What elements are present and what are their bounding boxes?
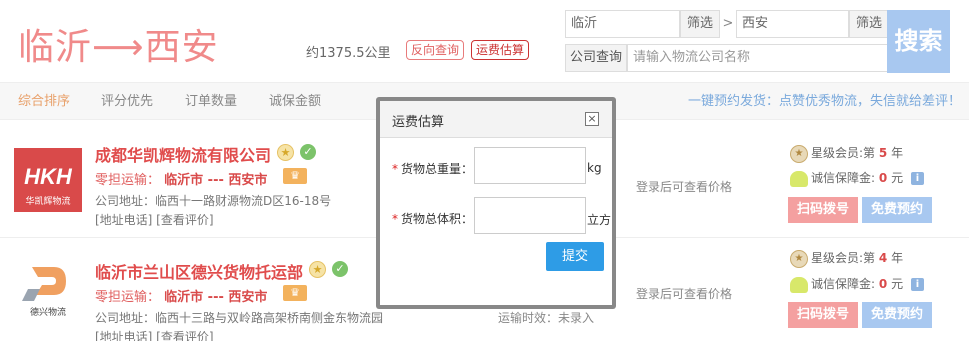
dialog-header: 运费估算 × bbox=[380, 101, 612, 138]
company-logo: 德兴物流 bbox=[14, 259, 82, 323]
search-box: 临沂 筛选 > 西安 筛选 公司查询 请输入物流公司名称 bbox=[565, 10, 889, 74]
svg-text:HKH: HKH bbox=[24, 164, 73, 189]
transit-time-note: 运输时效：未录入 bbox=[498, 311, 595, 325]
lotus-icon bbox=[790, 276, 808, 293]
tab-comprehensive[interactable]: 综合排序 bbox=[18, 83, 70, 121]
crown-icon: ♛ bbox=[283, 285, 307, 301]
transport-label: 零担运输： bbox=[95, 173, 161, 188]
search-button[interactable]: 搜索 bbox=[887, 10, 950, 73]
member-level: ★ 星级会员:第 5 年 bbox=[790, 144, 903, 163]
destination-filter-button[interactable]: 筛选 bbox=[849, 10, 889, 38]
price-note: 登录后可查看价格 bbox=[636, 180, 733, 194]
required-mark: * bbox=[392, 162, 398, 176]
free-booking-button[interactable]: 免费预约 bbox=[862, 197, 932, 223]
free-booking-button[interactable]: 免费预约 bbox=[862, 302, 932, 328]
tab-rating[interactable]: 评分优先 bbox=[101, 83, 153, 121]
route-header: 临沂⟶西安 约1375.5公里 反向查询 运费估算 临沂 筛选 > 西安 筛选 … bbox=[0, 0, 969, 80]
verified-icon: ✓ bbox=[332, 261, 348, 277]
weight-unit: kg bbox=[587, 161, 602, 175]
crown-icon: ♛ bbox=[283, 168, 307, 184]
scan-dial-button[interactable]: 扫码拨号 bbox=[788, 302, 858, 328]
tab-deposit[interactable]: 诚保金额 bbox=[269, 83, 321, 121]
route-title: 临沂⟶西安 bbox=[18, 27, 219, 68]
company-name-link[interactable]: 临沂市兰山区德兴货物托运部 bbox=[95, 259, 303, 283]
medal-icon: ★ bbox=[790, 144, 808, 163]
freight-search-page: 临沂⟶西安 约1375.5公里 反向查询 运费估算 临沂 筛选 > 西安 筛选 … bbox=[0, 0, 969, 341]
logo-text: 德兴物流 bbox=[30, 306, 66, 318]
transport-label: 零担运输： bbox=[95, 290, 161, 305]
volume-input[interactable] bbox=[474, 197, 586, 234]
submit-button[interactable]: 提交 bbox=[546, 242, 604, 271]
logo-text: 华凯辉物流 bbox=[25, 195, 70, 207]
company-links[interactable]: [地址电话] [查看评价] bbox=[95, 211, 214, 228]
freight-estimate-dialog: 运费估算 × * 货物总重量： kg * 货物总体积： 立方 提交 bbox=[376, 97, 616, 309]
company-search-input[interactable]: 请输入物流公司名称 bbox=[627, 44, 889, 72]
info-icon[interactable]: i bbox=[910, 278, 924, 291]
medal-icon: ★ bbox=[790, 249, 808, 268]
company-address: 公司地址：临西十三路与双岭路高架桥南侧金东物流园 bbox=[95, 311, 384, 325]
weight-input[interactable] bbox=[474, 147, 586, 184]
weight-label: * 货物总重量： bbox=[392, 162, 474, 176]
transport-route: 零担运输： 临沂市 --- 西安市 bbox=[95, 169, 267, 188]
member-level: ★ 星级会员:第 4 年 bbox=[790, 249, 903, 268]
tab-orders[interactable]: 订单数量 bbox=[185, 83, 237, 121]
route-distance: 约1375.5公里 bbox=[306, 46, 391, 61]
required-mark: * bbox=[392, 212, 398, 226]
deposit-amount: 0 bbox=[878, 171, 888, 185]
price-note: 登录后可查看价格 bbox=[636, 287, 733, 301]
deposit-amount: 0 bbox=[878, 277, 888, 291]
info-icon[interactable]: i bbox=[910, 172, 924, 185]
freight-estimate-button[interactable]: 运费估算 bbox=[471, 40, 530, 60]
route-cities: 临沂市 --- 西安市 bbox=[164, 290, 268, 305]
transport-route: 零担运输： 临沂市 --- 西安市 bbox=[95, 286, 267, 305]
member-years: 5 bbox=[878, 146, 888, 160]
verified-icon: ✓ bbox=[300, 144, 316, 160]
volume-unit: 立方 bbox=[587, 213, 612, 227]
promo-link[interactable]: 一键预约发货：点赞优秀物流，失信就给差评！ bbox=[688, 83, 961, 121]
route-cities: 临沂市 --- 西安市 bbox=[164, 173, 268, 188]
close-icon[interactable]: × bbox=[585, 112, 599, 126]
company-search-label: 公司查询 bbox=[565, 44, 627, 72]
reverse-query-button[interactable]: 反向查询 bbox=[406, 40, 465, 60]
star-icon: ★ bbox=[309, 261, 326, 278]
volume-label: * 货物总体积： bbox=[392, 212, 474, 226]
deposit-info: 诚信保障金: 0 元 i bbox=[790, 169, 924, 187]
company-address: 公司地址：临西十一路财源物流D区16-18号 bbox=[95, 194, 332, 208]
lotus-icon bbox=[790, 170, 808, 187]
route-separator: > bbox=[722, 16, 734, 31]
company-links[interactable]: [地址电话] [查看评价] bbox=[95, 328, 214, 341]
scan-dial-button[interactable]: 扫码拨号 bbox=[788, 197, 858, 223]
dialog-title: 运费估算 bbox=[392, 115, 445, 130]
deposit-info: 诚信保障金: 0 元 i bbox=[790, 275, 924, 293]
origin-filter-button[interactable]: 筛选 bbox=[680, 10, 720, 38]
destination-city-input[interactable]: 西安 bbox=[736, 10, 849, 38]
company-logo: HKH 华凯辉物流 bbox=[14, 148, 82, 212]
dialog-body: 运费估算 × * 货物总重量： kg * 货物总体积： 立方 提交 bbox=[380, 101, 612, 305]
origin-city-input[interactable]: 临沂 bbox=[565, 10, 680, 38]
company-name-link[interactable]: 成都华凯辉物流有限公司 bbox=[95, 142, 271, 166]
star-icon: ★ bbox=[277, 144, 294, 161]
member-years: 4 bbox=[878, 251, 888, 265]
